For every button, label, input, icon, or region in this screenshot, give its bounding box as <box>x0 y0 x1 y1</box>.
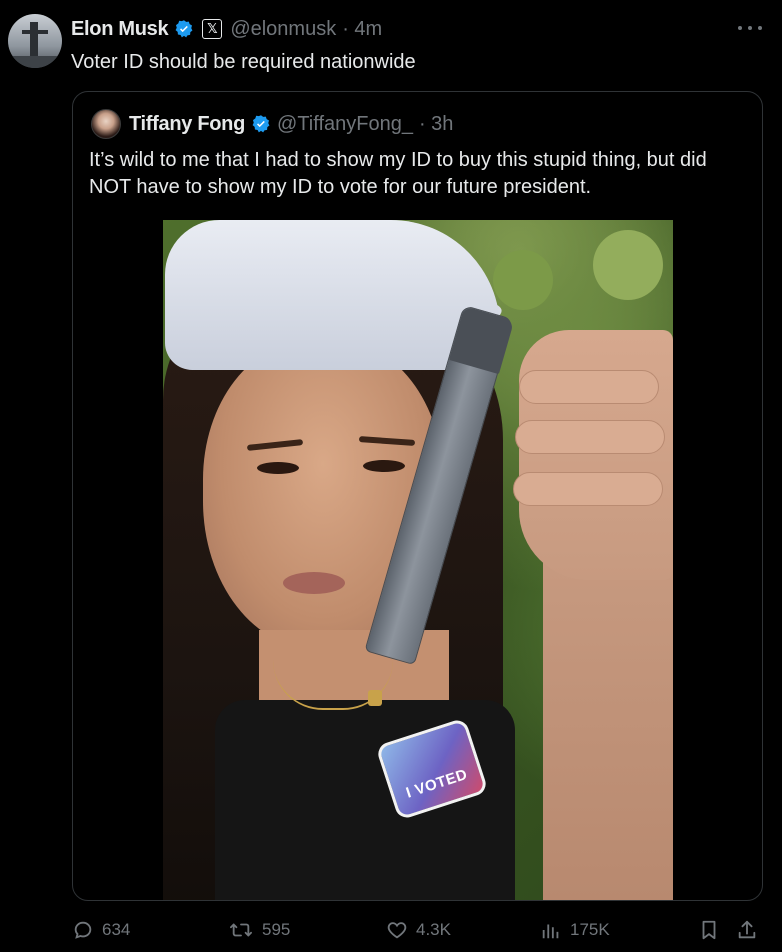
like-count: 4.3K <box>416 920 451 939</box>
bookmark-icon <box>702 920 716 940</box>
avatar-ground-shape <box>8 56 62 68</box>
post-header: Elon Musk 𝕏 @elonmusk · 4m <box>71 16 382 42</box>
avatar-tower-arm-shape <box>22 30 48 34</box>
eye-shape <box>363 460 405 472</box>
reply-button[interactable]: 634 <box>72 915 130 945</box>
more-dot <box>738 26 742 30</box>
repost-count: 595 <box>262 920 291 939</box>
foliage-shape <box>593 230 663 300</box>
action-bar: 634 595 4.3K 175K <box>72 915 762 945</box>
share-button[interactable] <box>736 915 758 945</box>
finger-shape <box>519 370 659 404</box>
views-chart-icon <box>542 924 559 939</box>
arm-shape <box>543 550 673 900</box>
eye-shape <box>257 462 299 474</box>
quoted-author-avatar <box>91 109 121 139</box>
quoted-author-handle: @TiffanyFong_ <box>277 112 413 135</box>
repost-button[interactable]: 595 <box>228 915 290 945</box>
share-icon <box>738 920 756 939</box>
repost-icon <box>230 923 252 937</box>
like-button[interactable]: 4.3K <box>386 915 451 945</box>
bookmark-button[interactable] <box>698 915 720 945</box>
padlock-pendant-shape <box>368 690 382 706</box>
quoted-post-card[interactable]: Tiffany Fong @TiffanyFong_ · 3h It’s wil… <box>72 91 763 901</box>
quoted-post-text: It’s wild to me that I had to show my ID… <box>89 149 707 198</box>
quoted-post-header: Tiffany Fong @TiffanyFong_ · 3h <box>91 109 454 139</box>
author-avatar[interactable] <box>8 14 62 68</box>
verified-badge-icon <box>175 20 193 38</box>
lips-shape <box>283 572 345 594</box>
verified-badge-icon <box>252 115 270 133</box>
reply-icon <box>74 921 92 939</box>
author-handle[interactable]: @elonmusk <box>230 18 336 41</box>
post-time[interactable]: · 4m <box>342 18 382 41</box>
author-display-name[interactable]: Elon Musk <box>71 18 169 41</box>
hand-shape <box>519 330 673 580</box>
views-count: 175K <box>570 920 610 939</box>
quoted-post-photo[interactable]: I VOTED <box>163 220 673 900</box>
heart-icon <box>387 922 407 939</box>
finger-shape <box>515 420 665 454</box>
foliage-shape <box>493 250 553 310</box>
reply-count: 634 <box>102 920 131 939</box>
views-button[interactable]: 175K <box>540 915 610 945</box>
more-horizontal-icon[interactable] <box>738 18 762 38</box>
post-text: Voter ID should be required nationwide <box>71 51 416 73</box>
quoted-author-display-name: Tiffany Fong <box>129 112 246 135</box>
finger-shape <box>513 472 663 506</box>
affiliate-x-badge-icon: 𝕏 <box>202 19 223 39</box>
tank-top-shape <box>215 700 515 900</box>
more-dot <box>758 26 762 30</box>
more-dot <box>748 26 752 30</box>
cap-shape <box>165 220 500 370</box>
quoted-post-time: · 3h <box>418 112 454 135</box>
post: Elon Musk 𝕏 @elonmusk · 4m Voter ID shou… <box>0 0 782 952</box>
